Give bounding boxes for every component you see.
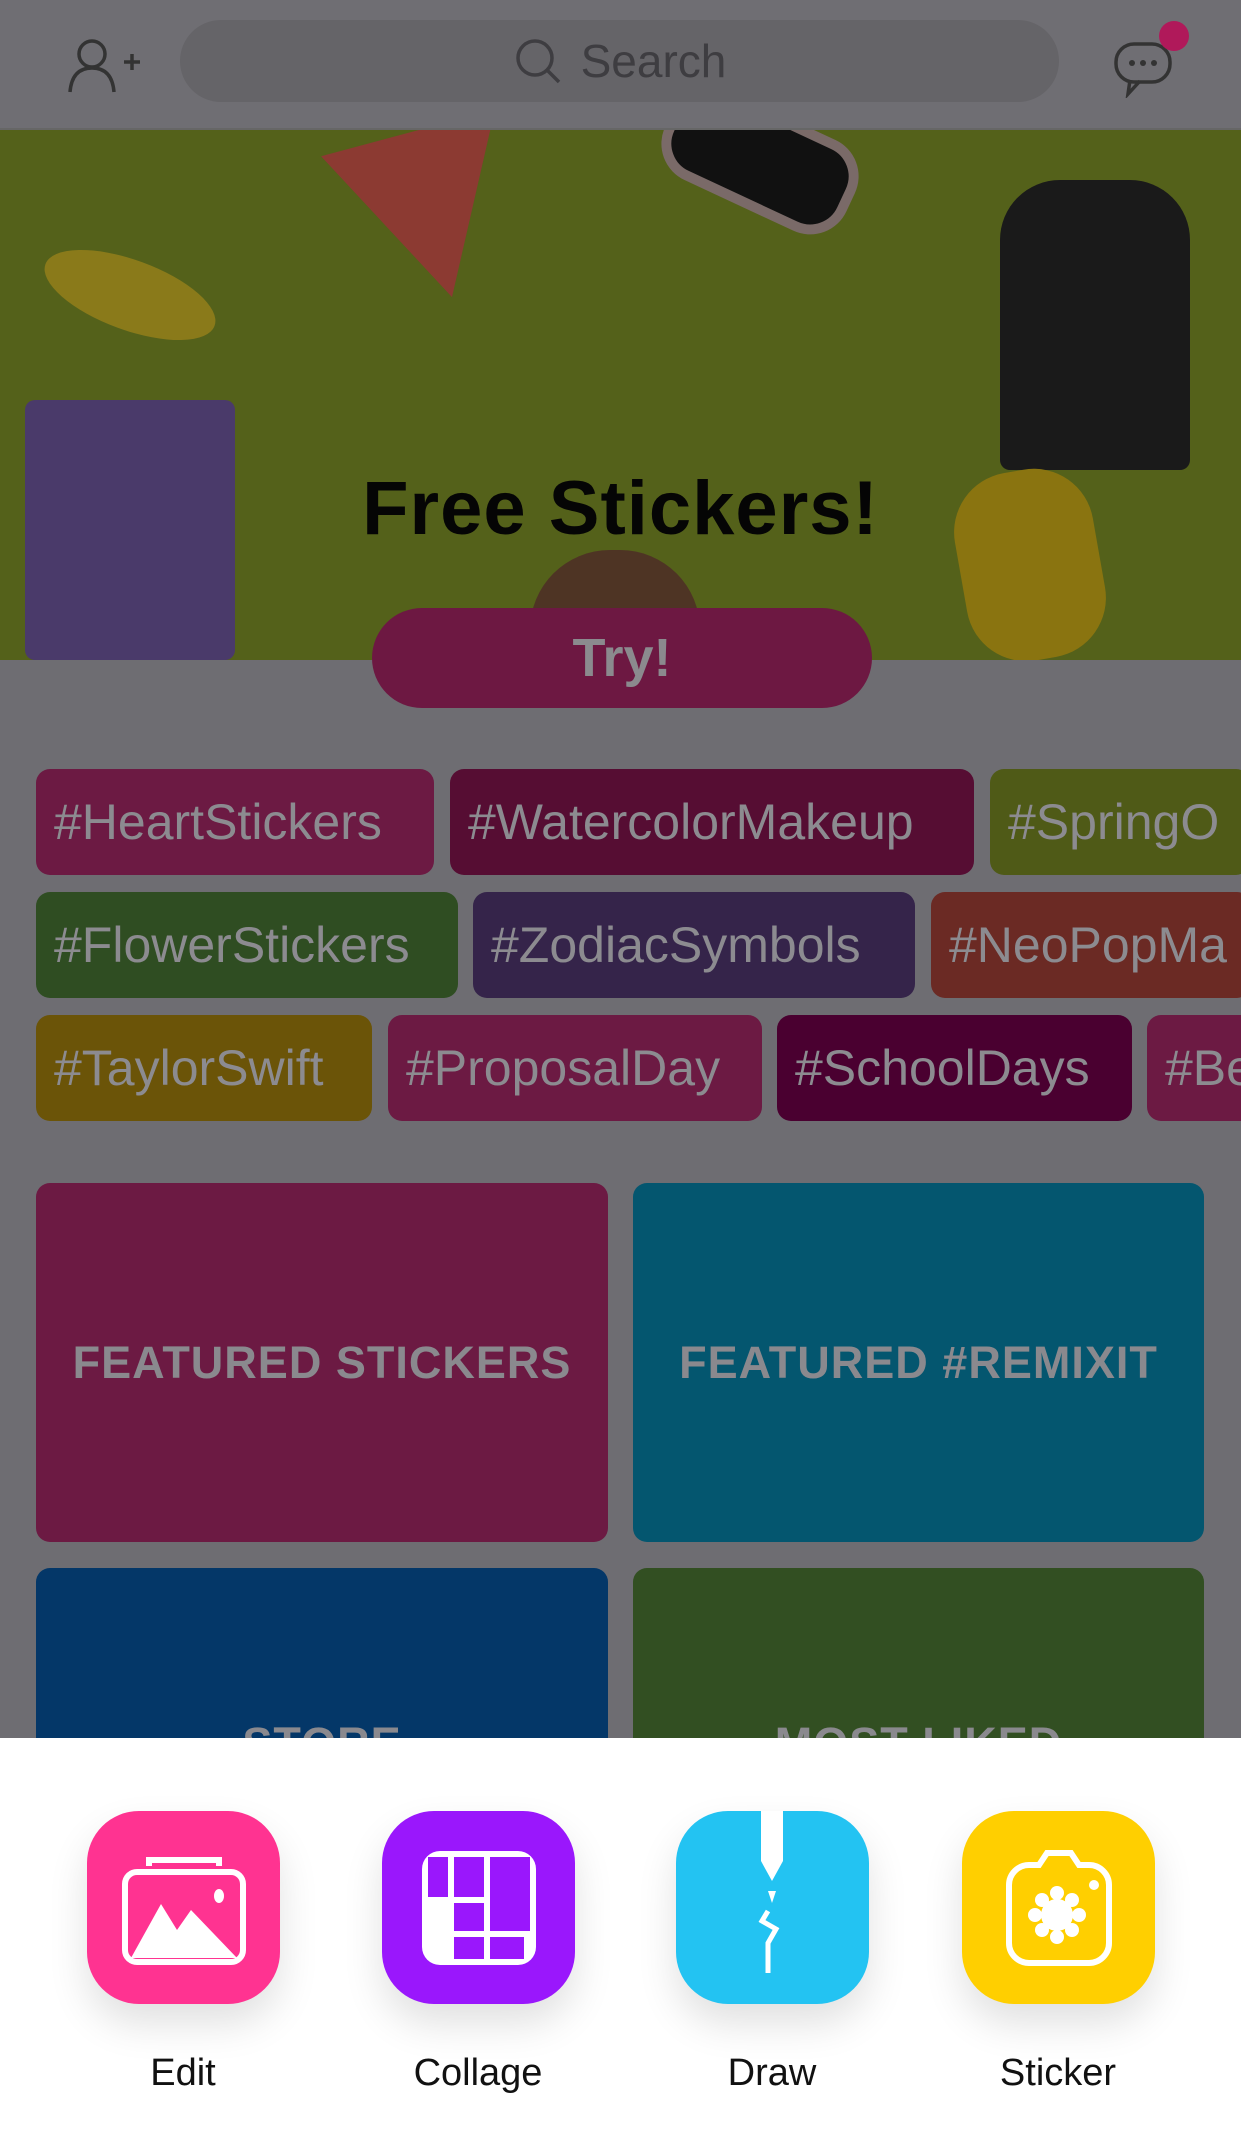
image-gallery-icon [121,1856,246,1965]
tag-chip[interactable]: #ZodiacSymbols [473,892,915,998]
tag-chip[interactable]: #NeoPopMa [931,892,1241,998]
sticker-label: Sticker [999,2052,1117,2094]
collage-grid-icon [421,1850,536,1965]
notification-dot [1159,21,1189,51]
tag-chip[interactable]: #Be [1147,1015,1241,1121]
search-input[interactable]: Search [180,20,1059,102]
pen-draw-icon [758,1811,783,1973]
draw-label: Draw [727,2052,817,2094]
featured-remixit-tile[interactable]: FEATURED #REMIXIT [633,1183,1204,1542]
draw-button[interactable] [676,1811,869,2004]
banner-title: Free Stickers! [362,466,879,551]
tag-chip[interactable]: #FlowerStickers [36,892,458,998]
search-placeholder: Search [580,35,727,87]
selfie-girl-sticker [1000,180,1190,470]
featured-stickers-tile[interactable]: FEATURED STICKERS [36,1183,608,1542]
sunglasses-sticker [648,130,872,248]
promo-banner[interactable]: Free Stickers! [0,130,1241,660]
search-icon [515,39,560,84]
tag-chip[interactable]: #TaylorSwift [36,1015,372,1121]
messages-icon[interactable] [1110,18,1195,98]
tag-chip[interactable]: #WatercolorMakeup [450,769,974,875]
tag-chip[interactable]: #SchoolDays [777,1015,1132,1121]
tag-chip[interactable]: #SpringO [990,769,1241,875]
add-friend-icon[interactable] [66,36,146,96]
collage-button[interactable] [382,1811,575,2004]
watermelon-sticker [321,130,539,321]
tag-chip[interactable]: #ProposalDay [388,1015,762,1121]
sticker-camera-icon [1005,1849,1112,1966]
edit-button[interactable] [87,1811,280,2004]
tag-chip[interactable]: #HeartStickers [36,769,434,875]
sticker-button[interactable] [962,1811,1155,2004]
banana-sticker [33,231,227,359]
try-button[interactable]: Try! [372,608,872,708]
edit-label: Edit [150,2052,216,2094]
collage-label: Collage [413,2052,543,2094]
top-bar: Search [0,0,1241,130]
